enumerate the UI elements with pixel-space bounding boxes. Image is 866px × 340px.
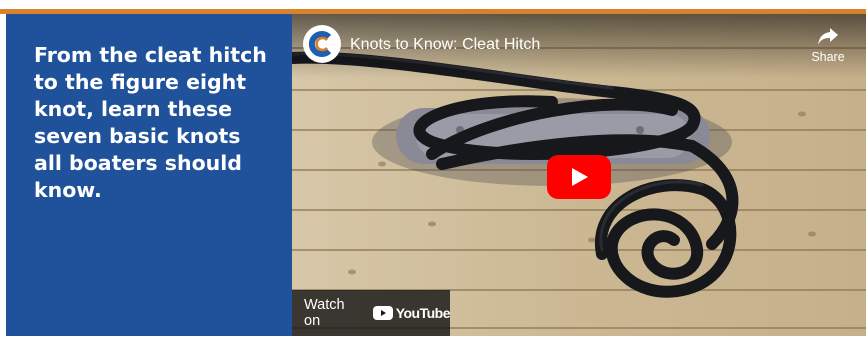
video-player[interactable]: Knots to Know: Cleat Hitch Share Watch o…: [292, 14, 866, 336]
top-bar: [0, 0, 866, 14]
promo-panel: From the cleat hitch to the figure eight…: [6, 14, 292, 336]
video-title[interactable]: Knots to Know: Cleat Hitch: [350, 36, 540, 54]
share-arrow-icon: [818, 28, 838, 45]
watch-on-label: Watch on: [304, 297, 345, 329]
youtube-logo-icon: YouTube: [372, 305, 451, 321]
youtube-wordmark: YouTube: [395, 305, 451, 321]
watch-on-youtube-button[interactable]: Watch on YouTube: [292, 290, 451, 336]
play-button[interactable]: [547, 155, 611, 199]
promo-headline: From the cleat hitch to the figure eight…: [34, 43, 267, 202]
share-button[interactable]: Share: [808, 26, 848, 72]
channel-logo-icon[interactable]: [303, 25, 341, 63]
share-label: Share: [811, 50, 845, 64]
play-icon: [547, 155, 611, 199]
